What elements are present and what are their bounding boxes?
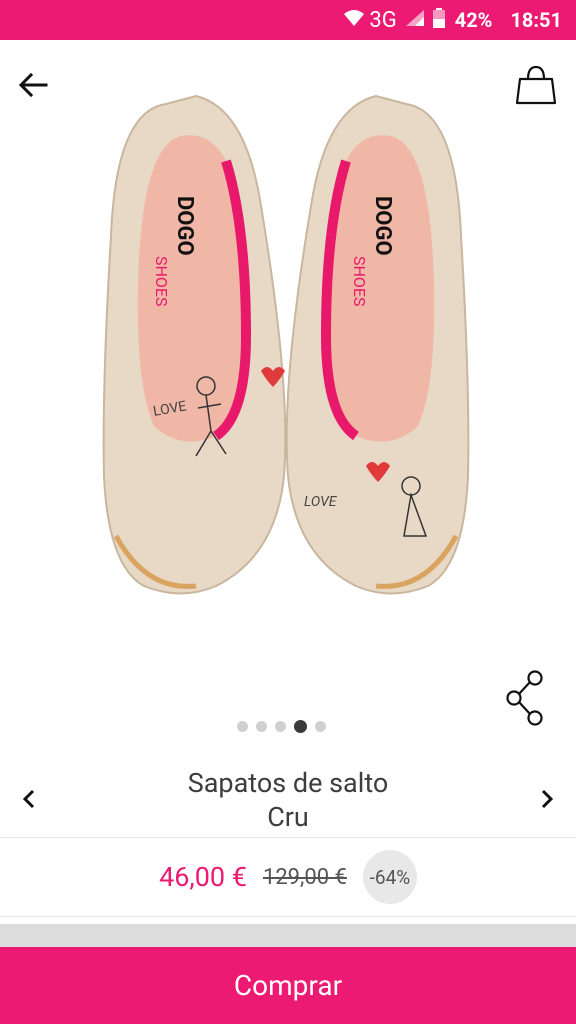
svg-text:SHOES: SHOES: [350, 256, 369, 307]
status-bar: 3G 42% 18:51: [0, 0, 576, 40]
share-button[interactable]: [498, 666, 552, 730]
battery-icon: [432, 7, 445, 33]
shopping-bag-icon: [515, 65, 557, 105]
clock: 18:51: [510, 8, 562, 32]
wifi-icon: [343, 8, 365, 32]
pagination-dot-1[interactable]: [237, 721, 248, 732]
price-row: 46,00 € 129,00 € -64%: [0, 840, 576, 914]
product-color: Cru: [267, 801, 309, 833]
divider: [0, 916, 576, 917]
scroll-content-strip: [0, 924, 576, 948]
network-type: 3G: [369, 7, 397, 33]
battery-percent: 42%: [454, 8, 493, 32]
image-pagination: [237, 720, 326, 733]
current-price: 46,00 €: [159, 861, 247, 893]
product-image[interactable]: DOGO SHOES LOVE DOGO SHOES LOVE: [86, 86, 486, 616]
share-icon: [506, 670, 543, 726]
divider: [0, 837, 576, 838]
svg-text:DOGO: DOGO: [370, 196, 395, 256]
svg-text:LOVE: LOVE: [304, 494, 338, 510]
svg-text:SHOES: SHOES: [152, 256, 171, 307]
previous-product-button[interactable]: [6, 774, 52, 824]
original-price: 129,00 €: [262, 864, 347, 890]
product-name: Sapatos de salto: [187, 767, 389, 799]
back-button[interactable]: [10, 62, 56, 108]
left-shoe: DOGO SHOES LOVE: [102, 94, 287, 595]
back-arrow-icon: [18, 72, 48, 98]
chevron-right-icon: [541, 789, 554, 809]
pagination-dot-4[interactable]: [294, 720, 307, 733]
buy-button[interactable]: Comprar: [0, 947, 576, 1024]
left-insole-logo: DOGO: [172, 196, 197, 256]
chevron-left-icon: [22, 789, 35, 809]
pagination-dot-5[interactable]: [315, 721, 326, 732]
pagination-dot-2[interactable]: [256, 721, 267, 732]
next-product-button[interactable]: [524, 774, 570, 824]
signal-icon: [405, 8, 425, 32]
pagination-dot-3[interactable]: [275, 721, 286, 732]
right-shoe: DOGO SHOES LOVE: [285, 94, 470, 595]
cart-button[interactable]: [508, 60, 564, 110]
discount-badge: -64%: [362, 850, 417, 904]
